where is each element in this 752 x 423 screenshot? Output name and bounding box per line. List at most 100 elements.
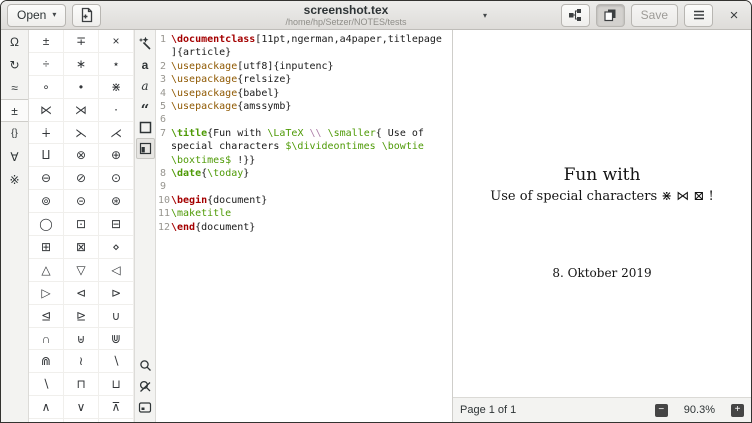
symbol-cell[interactable]: △ bbox=[29, 259, 64, 282]
symbol-category-operators[interactable]: ± bbox=[1, 99, 28, 122]
symbol-cell[interactable]: ∖ bbox=[99, 350, 134, 373]
code-line[interactable]: 2\usepackage[utf8]{inputenc} bbox=[156, 60, 452, 73]
symbol-cell[interactable]: ∗ bbox=[64, 53, 99, 76]
symbol-cell[interactable]: ▷ bbox=[29, 282, 64, 305]
symbol-cell[interactable]: ⊡ bbox=[64, 213, 99, 236]
bold-button[interactable]: a bbox=[136, 54, 155, 75]
symbol-category-delimiters[interactable]: {} bbox=[1, 122, 28, 145]
symbol-cell[interactable]: ⨿ bbox=[29, 144, 64, 167]
code-line[interactable]: 12\end{document} bbox=[156, 221, 452, 234]
symbol-cell[interactable]: × bbox=[99, 30, 134, 53]
title-caret-icon[interactable]: ▾ bbox=[483, 11, 487, 20]
symbol-cell[interactable]: ≀ bbox=[64, 350, 99, 373]
zoom-level[interactable]: 90.3% bbox=[684, 404, 715, 416]
symbol-cell[interactable]: ⊴ bbox=[29, 305, 64, 328]
code-text[interactable]: \date{\today} bbox=[171, 167, 444, 180]
symbol-cell[interactable]: ⋋ bbox=[64, 122, 99, 145]
code-text[interactable]: \end{document} bbox=[171, 221, 444, 234]
symbol-cell[interactable]: ⊼ bbox=[99, 396, 134, 419]
symbol-cell[interactable]: ⋒ bbox=[29, 350, 64, 373]
symbol-cell[interactable]: ∘ bbox=[29, 76, 64, 99]
code-line[interactable]: 8\date{\today} bbox=[156, 167, 452, 180]
symbol-category-arrows[interactable]: ↻ bbox=[1, 53, 28, 76]
symbol-cell[interactable]: ∧ bbox=[29, 396, 64, 419]
symbol-category-misc-text[interactable]: ※ bbox=[1, 168, 28, 191]
symbol-cell[interactable]: ⊕ bbox=[99, 144, 134, 167]
code-text[interactable] bbox=[171, 113, 444, 126]
symbol-cell[interactable]: ⋆ bbox=[99, 53, 134, 76]
code-text[interactable]: \usepackage{relsize} bbox=[171, 73, 444, 86]
code-line[interactable]: 5\usepackage{amssymb} bbox=[156, 100, 452, 113]
preview-toggle-button[interactable] bbox=[596, 4, 625, 27]
symbol-cell[interactable]: ⊺ bbox=[99, 419, 134, 422]
symbol-cell[interactable]: ⊎ bbox=[64, 328, 99, 351]
symbol-cell[interactable]: ▽ bbox=[64, 259, 99, 282]
symbol-cell[interactable]: ⊠ bbox=[64, 236, 99, 259]
code-line[interactable]: 7\title{Fun with \LaTeX \\ \smaller{ Use… bbox=[156, 127, 452, 167]
new-document-button[interactable] bbox=[72, 4, 101, 27]
code-line[interactable]: 1\documentclass[11pt,ngerman,a4paper,tit… bbox=[156, 33, 452, 60]
symbol-cell[interactable]: ⊚ bbox=[29, 190, 64, 213]
symbol-cell[interactable]: ± bbox=[29, 30, 64, 53]
symbol-cell[interactable]: ⋌ bbox=[99, 122, 134, 145]
code-line[interactable]: 4\usepackage{babel} bbox=[156, 87, 452, 100]
document-structure-button[interactable] bbox=[561, 4, 590, 27]
code-text[interactable]: \maketitle bbox=[171, 207, 444, 220]
symbol-cell[interactable]: • bbox=[64, 76, 99, 99]
symbol-category-relations[interactable]: ≈ bbox=[1, 76, 28, 99]
code-line[interactable]: 11\maketitle bbox=[156, 207, 452, 220]
save-button[interactable]: Save bbox=[631, 4, 678, 27]
symbol-cell[interactable]: ⋄ bbox=[99, 236, 134, 259]
symbol-category-greek[interactable]: Ω bbox=[1, 30, 28, 53]
symbol-cell[interactable]: ∓ bbox=[64, 30, 99, 53]
symbol-cell[interactable]: ⋅ bbox=[99, 99, 134, 122]
symbol-cell[interactable]: ⋊ bbox=[64, 99, 99, 122]
code-text[interactable]: \usepackage{babel} bbox=[171, 87, 444, 100]
symbol-cell[interactable]: ÷ bbox=[29, 53, 64, 76]
symbol-cell[interactable]: ⋓ bbox=[99, 328, 134, 351]
symbol-cell[interactable]: ◯ bbox=[29, 213, 64, 236]
symbol-cell[interactable]: ⊗ bbox=[64, 144, 99, 167]
open-button[interactable]: Open ▾ bbox=[7, 4, 66, 27]
source-editor[interactable]: 1\documentclass[11pt,ngerman,a4paper,tit… bbox=[156, 30, 452, 422]
symbol-cell[interactable]: ⊻ bbox=[29, 419, 64, 422]
symbol-cell[interactable]: ⩞ bbox=[64, 419, 99, 422]
symbol-cell[interactable]: ∖ bbox=[29, 373, 64, 396]
zoom-out-button[interactable]: − bbox=[655, 404, 668, 417]
symbol-cell[interactable]: ⋉ bbox=[29, 99, 64, 122]
symbol-cell[interactable]: ⊖ bbox=[29, 167, 64, 190]
symbol-cell[interactable]: ∪ bbox=[99, 305, 134, 328]
window-close-button[interactable]: × bbox=[723, 4, 745, 26]
code-text[interactable]: \documentclass[11pt,ngerman,a4paper,titl… bbox=[171, 33, 444, 60]
symbol-cell[interactable]: ⊟ bbox=[99, 213, 134, 236]
symbol-cell[interactable]: ◁ bbox=[99, 259, 134, 282]
symbol-cell[interactable]: ⊳ bbox=[99, 282, 134, 305]
symbol-cell[interactable]: ⊛ bbox=[99, 190, 134, 213]
menu-button[interactable] bbox=[684, 4, 713, 27]
italic-button[interactable]: a bbox=[136, 75, 155, 96]
code-text[interactable] bbox=[171, 180, 444, 193]
code-line[interactable]: 6 bbox=[156, 113, 452, 126]
symbol-cell[interactable]: ⊔ bbox=[99, 373, 134, 396]
symbol-cell[interactable]: ⊵ bbox=[64, 305, 99, 328]
zoom-in-button[interactable]: + bbox=[731, 404, 744, 417]
code-text[interactable]: \begin{document} bbox=[171, 194, 444, 207]
code-text[interactable]: \usepackage[utf8]{inputenc} bbox=[171, 60, 444, 73]
symbol-cell[interactable]: ⊙ bbox=[99, 167, 134, 190]
symbol-cell[interactable]: ∔ bbox=[29, 122, 64, 145]
find-replace-button[interactable] bbox=[136, 376, 155, 397]
code-text[interactable]: \title{Fun with \LaTeX \\ \smaller{ Use … bbox=[171, 127, 444, 167]
symbol-cell[interactable]: ⋇ bbox=[99, 76, 134, 99]
magic-wand-button[interactable] bbox=[136, 33, 155, 54]
code-line[interactable]: 3\usepackage{relsize} bbox=[156, 73, 452, 86]
symbol-cell[interactable]: ⊓ bbox=[64, 373, 99, 396]
code-text[interactable]: \usepackage{amssymb} bbox=[171, 100, 444, 113]
frame-button[interactable] bbox=[136, 117, 155, 138]
pdf-page[interactable]: Fun with Use of special characters ⋇ ⋈ ⊠… bbox=[453, 30, 751, 397]
code-line[interactable]: 10\begin{document} bbox=[156, 194, 452, 207]
symbol-cell[interactable]: ∨ bbox=[64, 396, 99, 419]
zoom-fit-button[interactable] bbox=[136, 397, 155, 418]
symbol-cell[interactable]: ⊞ bbox=[29, 236, 64, 259]
search-button[interactable] bbox=[136, 355, 155, 376]
symbol-cell[interactable]: ⊲ bbox=[64, 282, 99, 305]
